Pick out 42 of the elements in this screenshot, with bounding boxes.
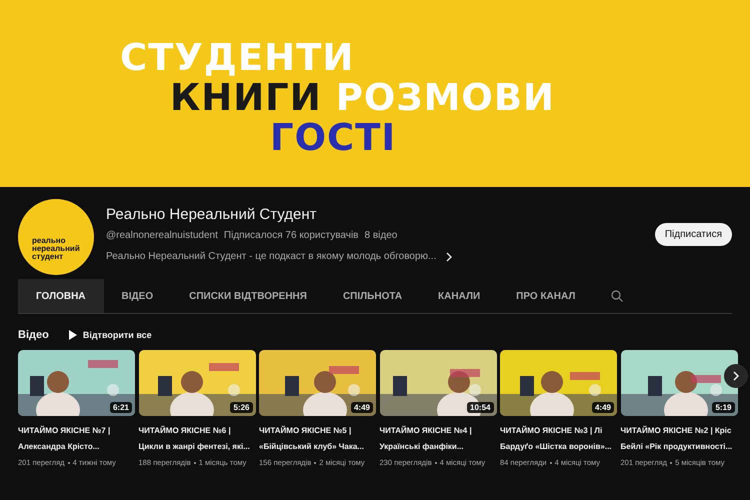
channel-tab[interactable]: СПИСКИ ВІДТВОРЕННЯ xyxy=(171,279,325,313)
video-title[interactable]: ЧИТАЙМО ЯКІСНЕ №2 | Кріс Бейлі «Рік продуктивності... xyxy=(620,423,738,455)
channel-tab[interactable]: СПІЛЬНОТА xyxy=(324,279,420,313)
video-title[interactable]: ЧИТАЙМО ЯКІСНЕ №3 | Лі Бардуґо «Шістка воронів»... xyxy=(500,423,617,455)
subscribe-button[interactable]: Підписатися xyxy=(654,223,732,246)
duration-badge: 5:19 xyxy=(712,402,734,413)
channel-name: Реально Нереальний Студент xyxy=(106,206,318,223)
separator-dot xyxy=(670,462,672,464)
channel-tab[interactable]: ПРО КАНАЛ xyxy=(498,279,594,313)
channel-tab[interactable]: ВІДЕО xyxy=(104,279,172,313)
avatar-logo-text: реально нереальний студент xyxy=(32,237,80,261)
play-icon xyxy=(68,330,77,340)
banner-heading: ГОСТІ xyxy=(270,118,396,158)
separator-dot xyxy=(550,462,552,464)
channel-tab[interactable]: КАНАЛИ xyxy=(420,279,498,313)
chevron-right-icon[interactable] xyxy=(446,252,452,262)
chevron-right-icon xyxy=(733,371,739,381)
next-button[interactable] xyxy=(724,364,748,388)
section-title: Відео xyxy=(18,329,49,341)
banner-heading: СТУДЕНТИ xyxy=(120,38,354,78)
search-icon[interactable] xyxy=(611,290,624,302)
duration-badge: 6:21 xyxy=(110,402,132,413)
separator-dot xyxy=(194,462,196,464)
channel-description: Реально Нереальний Студент - це подкаст в якому молодь обговорю... xyxy=(106,251,436,262)
separator-dot xyxy=(68,462,70,464)
video-title[interactable]: ЧИТАЙМО ЯКІСНЕ №7 | Александра Крісто... xyxy=(18,423,135,455)
duration-badge: 10:54 xyxy=(467,402,494,413)
separator-dot xyxy=(434,462,437,464)
banner-heading: РОЗМОВИ xyxy=(336,78,556,118)
video-title[interactable]: ЧИТАЙМО ЯКІСНЕ №4 | Українські фанфіки... xyxy=(380,423,496,455)
duration-badge: 5:26 xyxy=(230,402,252,413)
duration-badge: 4:49 xyxy=(350,402,373,413)
video-title[interactable]: ЧИТАЙМО ЯКІСНЕ №5 | «Бійцівський клуб» Чака... xyxy=(259,423,376,455)
video-title[interactable]: ЧИТАЙМО ЯКІСНЕ №6 | Цикли в жанрі фентезі, які... xyxy=(138,423,256,455)
video-count: 8 відео xyxy=(364,230,398,241)
banner-heading: КНИГИ xyxy=(170,78,322,118)
channel-tab[interactable]: ГОЛОВНА xyxy=(18,279,104,313)
separator-dot xyxy=(314,462,316,464)
play-all-button[interactable]: Відтворити все xyxy=(68,330,152,340)
subscriber-count: Підписалося 76 користувачів xyxy=(224,230,358,241)
channel-handle: @realnonerealnuistudent xyxy=(106,230,218,241)
duration-badge: 4:49 xyxy=(592,402,614,413)
